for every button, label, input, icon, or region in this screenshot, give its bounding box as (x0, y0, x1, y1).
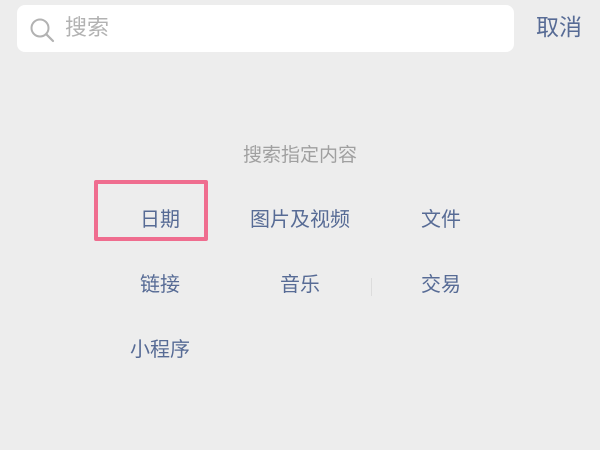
option-transactions[interactable]: 交易 (371, 262, 511, 306)
option-images-videos[interactable]: 图片及视频 (230, 197, 370, 241)
option-files[interactable]: 文件 (371, 197, 511, 241)
search-input[interactable] (65, 5, 505, 52)
highlight-box (94, 180, 208, 241)
cancel-button[interactable]: 取消 (526, 5, 592, 52)
option-music[interactable]: 音乐 (230, 262, 370, 306)
option-links[interactable]: 链接 (90, 262, 230, 306)
search-hint: 搜索指定内容 (242, 144, 357, 166)
option-mini-programs[interactable]: 小程序 (90, 327, 230, 371)
search-icon (30, 18, 55, 43)
search-bar[interactable] (17, 5, 514, 52)
